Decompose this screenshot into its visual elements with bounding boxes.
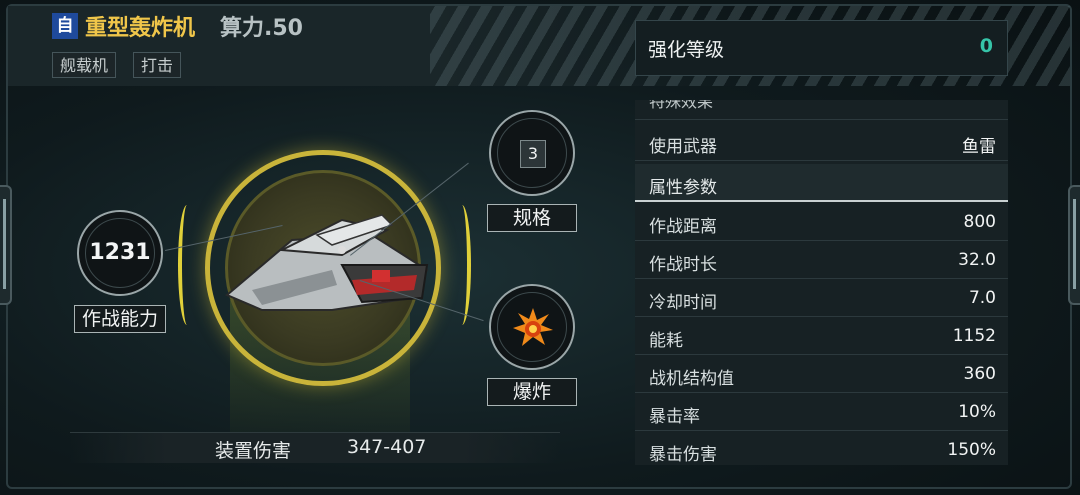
left-arc-accent [178,205,196,325]
attr-label: 能耗 [649,331,683,351]
combat-power-circle: 1231 [77,210,163,296]
equip-damage-bar: 装置伤害 347-407 [70,432,560,463]
weapon-label: 使用武器 [649,137,717,157]
spec-circle: 3 [489,110,575,196]
combat-power-label: 作战能力 [74,305,166,333]
weapon-value: 鱼雷 [962,137,996,157]
tag-carrier: 舰载机 [52,52,117,78]
attr-label: 冷却时间 [649,293,717,313]
damage-type-label: 爆炸 [487,378,577,406]
attr-value: 10% [958,402,996,422]
attributes-section-header: 属性参数 [635,164,1008,202]
equip-damage-label: 装置伤害 [215,440,292,462]
right-edge-handle [1068,185,1080,305]
attr-label: 作战距离 [649,217,717,237]
attr-label: 暴击率 [649,407,700,427]
tag-strike: 打击 [133,52,182,78]
bomber-ship-icon [225,214,429,311]
attr-value: 360 [963,364,996,384]
unit-title: 重型轰炸机 [85,16,196,41]
weapon-row: 使用武器 鱼雷 [635,123,1008,161]
damage-type-circle [489,284,575,370]
attr-row: 战机结构值 360 [635,355,1008,393]
attr-label: 战机结构值 [649,369,734,389]
unit-power: 算力.50 [220,16,303,41]
attributes-section-title: 属性参数 [649,178,717,198]
game-window: 自 重型轰炸机 算力.50 舰载机 打击 强化等级 0 特殊效果 使用武器 鱼雷… [0,0,1080,495]
enhance-level-box[interactable]: 强化等级 0 [635,20,1008,76]
attr-row: 作战时长 32.0 [635,241,1008,279]
special-effect-row: 特殊效果 [635,100,1008,120]
attr-label: 作战时长 [649,255,717,275]
combat-power-value: 1231 [89,240,151,265]
spec-label: 规格 [487,204,577,232]
enhance-level-label: 强化等级 [648,39,725,61]
attr-value: 7.0 [968,288,996,308]
attr-row: 能耗 1152 [635,317,1008,355]
attr-value: 150% [947,440,996,460]
spec-value: 3 [520,140,546,168]
right-arc-accent [453,205,471,325]
attr-row: 冷却时间 7.0 [635,279,1008,317]
attr-row: 作战距离 800 [635,203,1008,241]
attr-row: 暴击伤害 150% [635,431,1008,465]
explosion-icon [513,308,553,346]
attr-row: 暴击率 10% [635,393,1008,431]
attr-value: 800 [963,212,996,232]
attr-label: 暴击伤害 [649,445,717,465]
attr-value: 1152 [952,326,996,346]
stats-panel[interactable]: 特殊效果 使用武器 鱼雷 属性参数 作战距离 800 作战时长 32.0 冷却时… [635,100,1008,465]
attr-value: 32.0 [958,250,996,270]
special-effect-title: 特殊效果 [649,100,714,111]
left-edge-handle [0,185,12,305]
self-badge: 自 [52,13,78,39]
enhance-level-value: 0 [979,35,993,57]
equip-damage-value: 347-407 [347,436,427,458]
